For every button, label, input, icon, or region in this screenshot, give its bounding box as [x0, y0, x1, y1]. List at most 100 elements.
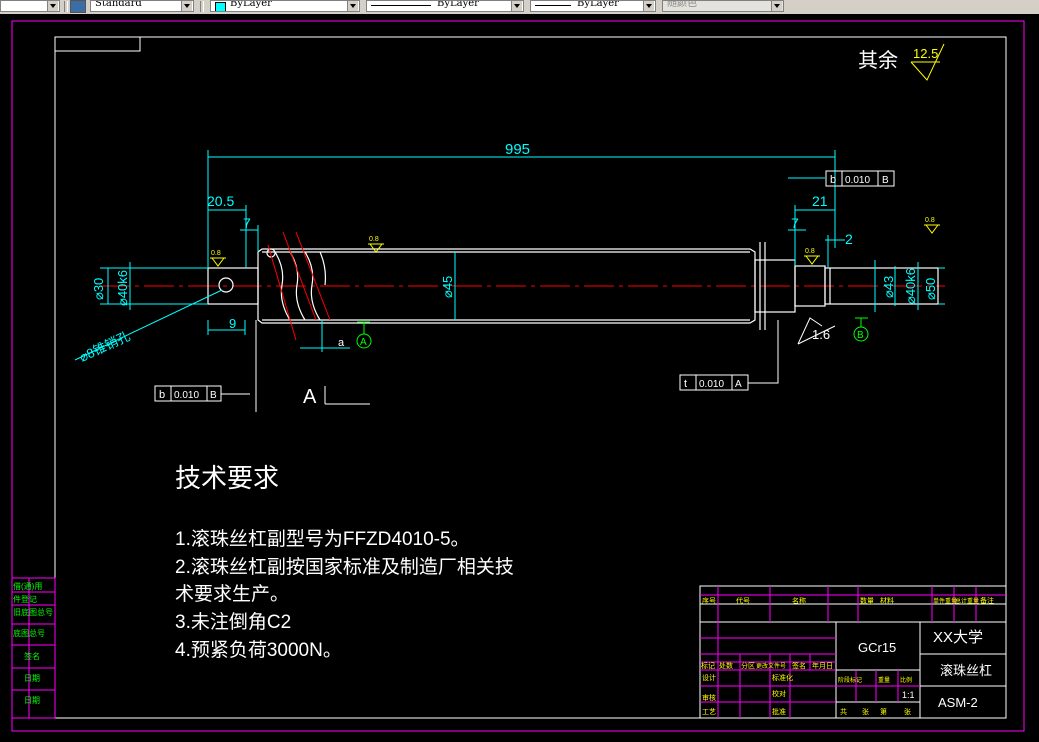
section-a-label: A	[303, 386, 317, 408]
tb-header-remark: 备注	[980, 596, 994, 605]
dim-phi50: ⌀50	[923, 278, 938, 300]
tb-school: XX大学	[933, 629, 983, 646]
tol-left-value: 0.010	[174, 390, 199, 401]
tol-right-datum: A	[735, 379, 742, 390]
side-label: 日期	[24, 674, 40, 683]
layer-value: ByLayer	[230, 0, 272, 9]
dim-phi45: ⌀45	[440, 276, 455, 298]
tol-top-value: 0.010	[845, 175, 870, 186]
dim-phi43: ⌀43	[881, 276, 896, 298]
plotstyle-value: 随颜色	[667, 0, 697, 9]
tb-row-label: 标记	[701, 661, 715, 670]
tb-design-label: 批准	[772, 707, 786, 716]
line-sample-icon	[535, 5, 571, 6]
tb-design-label: 校对	[772, 689, 786, 698]
tb-header-unit-weight: 单件重量	[933, 597, 957, 605]
text-style-value: Standard	[95, 0, 142, 9]
tb-part-name: 滚珠丝杠	[940, 663, 992, 678]
tb-design-label: 设计	[702, 673, 716, 682]
dim-phi40k6-left: ⌀40k6	[115, 270, 130, 306]
lineweight-value: ByLayer	[577, 0, 619, 9]
side-label: 件登记	[13, 594, 37, 604]
dropdown-arrow-icon[interactable]	[643, 1, 654, 11]
dim-2: 2	[845, 231, 853, 247]
note-line-1: 1.滚珠丝杠副型号为FFZD4010-5。	[175, 528, 470, 550]
text-style-dropdown[interactable]: Standard	[90, 0, 194, 12]
note-line-4: 3.未注倒角C2	[175, 611, 291, 633]
tb-row-label: 更改文件号	[756, 662, 786, 670]
tol-top-symbol: b	[830, 174, 836, 186]
text-style-icon[interactable]	[70, 0, 86, 13]
roughness-value-end: 0.8	[925, 217, 935, 224]
toolbar-separator	[200, 1, 204, 12]
dim-7-right: 7	[791, 215, 799, 231]
tb-stage-label: 阶段标记	[838, 676, 862, 684]
linetype-value: ByLayer	[437, 0, 479, 9]
tol-right-value: 0.010	[699, 379, 724, 390]
tol-left-symbol: b	[159, 389, 165, 401]
roughness-rest-label: 其余	[858, 49, 898, 72]
color-swatch-icon	[215, 2, 226, 11]
tb-design-label: 工艺	[702, 708, 716, 716]
layer-dropdown[interactable]: ByLayer	[210, 0, 360, 12]
dropdown-arrow-icon[interactable]	[181, 1, 192, 11]
note-line-3: 术要求生产。	[175, 583, 289, 605]
tol-top-datum: B	[882, 175, 889, 186]
tb-stage-label: 比例	[900, 676, 912, 684]
tb-design-label: 标准化	[772, 673, 793, 682]
side-label: 旧底图总号	[13, 607, 53, 617]
line-sample-icon	[371, 5, 431, 6]
dim-9: 9	[229, 316, 236, 331]
dim-total-length: 995	[505, 141, 530, 158]
tb-scale: 1:1	[902, 690, 915, 700]
tb-header-total-weight: 总计重量	[955, 597, 979, 605]
status-strip	[0, 736, 1039, 742]
dropdown-arrow-icon[interactable]	[511, 1, 522, 11]
datum-a-label: A	[360, 337, 367, 348]
tb-sheet-label: 张	[862, 707, 869, 716]
dim-7-left: 7	[243, 215, 251, 231]
note-line-5: 4.预紧负荷3000N。	[175, 639, 342, 661]
tb-header-code: 代号	[736, 596, 750, 605]
tb-material: GCr15	[858, 640, 896, 655]
roughness-1-6: 1.6	[812, 327, 830, 342]
dim-20-5: 20.5	[207, 193, 234, 209]
tb-design-label: 审核	[702, 693, 716, 702]
dropdown-arrow-icon[interactable]	[771, 1, 782, 11]
dropdown-arrow-icon[interactable]	[47, 1, 58, 11]
dim-phi30: ⌀30	[91, 278, 106, 300]
tb-row-label: 签名	[792, 661, 806, 670]
roughness-a: a	[338, 337, 345, 349]
tb-row-label: 年月日	[812, 661, 833, 670]
lineweight-dropdown[interactable]: ByLayer	[530, 0, 656, 12]
side-label: 底图总号	[13, 628, 45, 638]
tb-row-label: 分区	[741, 661, 755, 670]
linetype-dropdown[interactable]: ByLayer	[366, 0, 524, 12]
dropdown-arrow-icon[interactable]	[347, 1, 358, 11]
drawing-canvas[interactable]: 其余 12.5 995 20.5 7 7 21 2 9 ⌀30 ⌀40k6 ⌀4…	[0, 14, 1039, 736]
plotstyle-dropdown[interactable]: 随颜色	[662, 0, 784, 12]
tb-header-material: 材料	[880, 596, 894, 605]
tb-stage-label: 重量	[878, 676, 890, 684]
tb-header-seq: 序号	[702, 596, 716, 605]
notes-title: 技术要求	[175, 463, 279, 493]
dim-21: 21	[812, 193, 828, 209]
toolbar-left-combo[interactable]	[0, 0, 60, 12]
tb-drawing-no: ASM-2	[938, 695, 978, 710]
note-line-2: 2.滚珠丝杠副按国家标准及制造厂相关技	[175, 556, 514, 578]
tb-row-label: 处数	[719, 661, 733, 670]
dim-phi40k6-right: ⌀40k6	[903, 268, 918, 304]
tb-sheet-label: 共	[840, 707, 847, 716]
side-label: 借(通)用	[13, 581, 42, 591]
canvas-background	[0, 14, 1039, 736]
toolbar-separator	[64, 1, 68, 12]
tb-header-qty: 数量	[860, 596, 874, 605]
tb-sheet-label: 第	[880, 707, 887, 716]
properties-toolbar: Standard ByLayer ByLayer ByLayer 随颜色	[0, 0, 1039, 15]
side-label: 签名	[24, 651, 40, 661]
roughness-value-shaft: 0.8	[369, 236, 379, 243]
tb-header-name: 名称	[792, 596, 806, 605]
roughness-rest-value: 12.5	[913, 46, 938, 61]
roughness-value-left: 0.8	[211, 250, 221, 257]
tol-right-symbol: t	[684, 378, 687, 390]
